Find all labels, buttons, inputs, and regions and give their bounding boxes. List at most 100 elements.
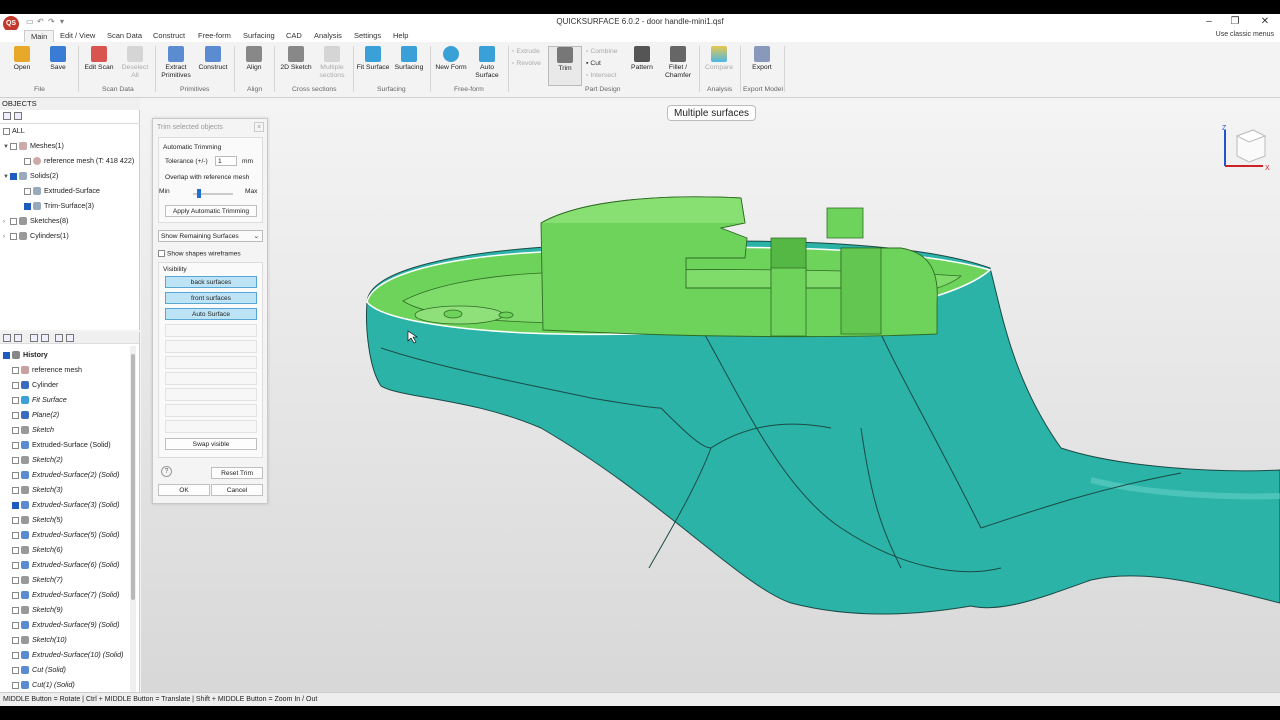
edit-scan-button[interactable]: Edit Scan	[82, 46, 116, 72]
history-item[interactable]: Extruded-Surface (Solid)	[12, 440, 111, 450]
history-item[interactable]: Extruded-Surface(3) (Solid)	[12, 500, 119, 510]
history-item[interactable]: Extruded-Surface(10) (Solid)	[12, 650, 123, 660]
wireframe-option[interactable]: Show shapes wireframes	[158, 250, 241, 257]
history-item-checkbox[interactable]	[12, 411, 19, 419]
history-item-checkbox[interactable]	[12, 591, 19, 599]
history-item[interactable]: Sketch(6)	[12, 545, 63, 555]
history-item-checkbox[interactable]	[12, 681, 19, 689]
history-item-checkbox[interactable]	[12, 561, 19, 569]
help-icon[interactable]: ?	[161, 466, 172, 477]
scrollbar-thumb[interactable]	[131, 354, 135, 600]
history-item-checkbox[interactable]	[12, 396, 19, 404]
chevron-right-icon[interactable]: ›	[3, 217, 10, 227]
extrude-button[interactable]: ▫ Extrude	[512, 48, 540, 55]
chevron-down-icon[interactable]: ▼	[3, 172, 10, 182]
tree-view-icon[interactable]	[14, 334, 22, 342]
pattern-button[interactable]: Pattern	[625, 46, 659, 72]
view-cube[interactable]: Z X	[1215, 124, 1275, 174]
close-icon[interactable]: ×	[254, 122, 264, 132]
tab-cad[interactable]: CAD	[280, 30, 308, 42]
tab-settings[interactable]: Settings	[348, 30, 387, 42]
extract-primitives-button[interactable]: Extract Primitives	[159, 46, 193, 80]
trim-surface-checkbox[interactable]	[24, 202, 31, 210]
reset-trim-button[interactable]: Reset Trim	[211, 467, 263, 479]
history-item[interactable]: Extruded-Surface(9) (Solid)	[12, 620, 119, 630]
history-item-checkbox[interactable]	[12, 456, 19, 464]
tree-item-solids[interactable]: ▼ Solids(2)	[3, 171, 58, 181]
minimize-icon[interactable]: –	[1196, 15, 1222, 29]
surfacing-button[interactable]: Surfacing	[392, 46, 426, 72]
history-item[interactable]: Fit Surface	[12, 395, 67, 405]
history-item[interactable]: Cylinder	[12, 380, 58, 390]
list-view-icon[interactable]	[3, 334, 11, 342]
history-item[interactable]: Extruded-Surface(6) (Solid)	[12, 560, 119, 570]
history-item[interactable]: Extruded-Surface(5) (Solid)	[12, 530, 119, 540]
chevron-down-icon[interactable]: ▼	[3, 142, 10, 152]
tab-edit-view[interactable]: Edit / View	[54, 30, 101, 42]
open-button[interactable]: Open	[5, 46, 39, 72]
history-item-checkbox[interactable]	[12, 606, 19, 614]
history-item[interactable]: Sketch(2)	[12, 455, 63, 465]
tree-item-meshes[interactable]: ▼ Meshes(1)	[3, 141, 64, 151]
history-item[interactable]: Sketch(7)	[12, 575, 63, 585]
history-item-checkbox[interactable]	[12, 366, 19, 374]
visibility-item-back-surfaces[interactable]: back surfaces	[165, 276, 257, 288]
revolve-button[interactable]: ▫ Revolve	[512, 60, 541, 67]
history-item[interactable]: reference mesh	[12, 365, 82, 375]
wireframe-checkbox[interactable]	[158, 250, 165, 257]
save-button[interactable]: Save	[41, 46, 75, 72]
new-form-button[interactable]: New Form	[434, 46, 468, 72]
fit-surface-button[interactable]: Fit Surface	[356, 46, 390, 72]
align-button[interactable]: Align	[237, 46, 271, 72]
tree-item-reference-mesh[interactable]: reference mesh (T: 418 422)	[24, 156, 134, 166]
tab-construct[interactable]: Construct	[147, 30, 191, 42]
history-item-checkbox[interactable]	[12, 621, 19, 629]
history-item-checkbox[interactable]	[12, 531, 19, 539]
ok-button[interactable]: OK	[158, 484, 210, 496]
history-item[interactable]: Extruded-Surface(7) (Solid)	[12, 590, 119, 600]
history-scrollbar[interactable]	[130, 346, 136, 706]
export-button[interactable]: Export	[745, 46, 779, 72]
extruded-surface-checkbox[interactable]	[24, 187, 31, 195]
visibility-item-auto-surface[interactable]: Auto Surface	[165, 308, 257, 320]
history-item[interactable]: Sketch(9)	[12, 605, 63, 615]
tab-analysis[interactable]: Analysis	[308, 30, 348, 42]
expand-all-icon[interactable]	[3, 112, 11, 120]
construct-button[interactable]: Construct	[196, 46, 230, 72]
tree-item-cylinders[interactable]: › Cylinders(1)	[3, 231, 69, 241]
meshes-checkbox[interactable]	[10, 142, 17, 150]
cylinders-checkbox[interactable]	[10, 232, 17, 240]
history-item-checkbox[interactable]	[12, 546, 19, 554]
history-item-checkbox[interactable]	[12, 426, 19, 434]
cancel-button[interactable]: Cancel	[211, 484, 263, 496]
tree-item-trim-surface[interactable]: Trim-Surface(3)	[24, 201, 94, 211]
step-forward-icon[interactable]	[30, 334, 38, 342]
history-header[interactable]: History	[3, 350, 48, 360]
history-checkbox[interactable]	[3, 351, 10, 359]
tree-item-extruded-surface[interactable]: Extruded-Surface	[24, 186, 100, 196]
go-first-icon[interactable]	[55, 334, 63, 342]
history-item[interactable]: Cut (Solid)	[12, 665, 66, 675]
auto-surface-button[interactable]: Auto Surface	[470, 46, 504, 80]
cut-button[interactable]: ▪ Cut	[586, 60, 601, 67]
2d-sketch-button[interactable]: 2D Sketch	[279, 46, 313, 72]
history-item-checkbox[interactable]	[12, 471, 19, 479]
combine-button[interactable]: ▫ Combine	[586, 48, 618, 55]
visibility-item-front-surfaces[interactable]: front surfaces	[165, 292, 257, 304]
3d-viewport[interactable]: Multiple surfaces Z X	[141, 98, 1280, 706]
history-item[interactable]: Sketch	[12, 425, 54, 435]
all-checkbox[interactable]	[3, 127, 10, 135]
tab-scan-data[interactable]: Scan Data	[101, 30, 148, 42]
filter-icon[interactable]	[14, 112, 22, 120]
history-item-checkbox[interactable]	[12, 576, 19, 584]
restore-icon[interactable]: ❐	[1222, 15, 1248, 29]
slider-handle[interactable]	[197, 189, 201, 198]
sketches-checkbox[interactable]	[10, 217, 17, 225]
chevron-right-icon[interactable]: ›	[3, 232, 10, 242]
door-handle-model[interactable]	[141, 98, 1280, 706]
compare-button[interactable]: Compare	[702, 46, 736, 72]
solids-checkbox[interactable]	[10, 172, 17, 180]
history-item-checkbox[interactable]	[12, 651, 19, 659]
history-item[interactable]: Cut(1) (Solid)	[12, 680, 75, 690]
history-item-checkbox[interactable]	[12, 666, 19, 674]
